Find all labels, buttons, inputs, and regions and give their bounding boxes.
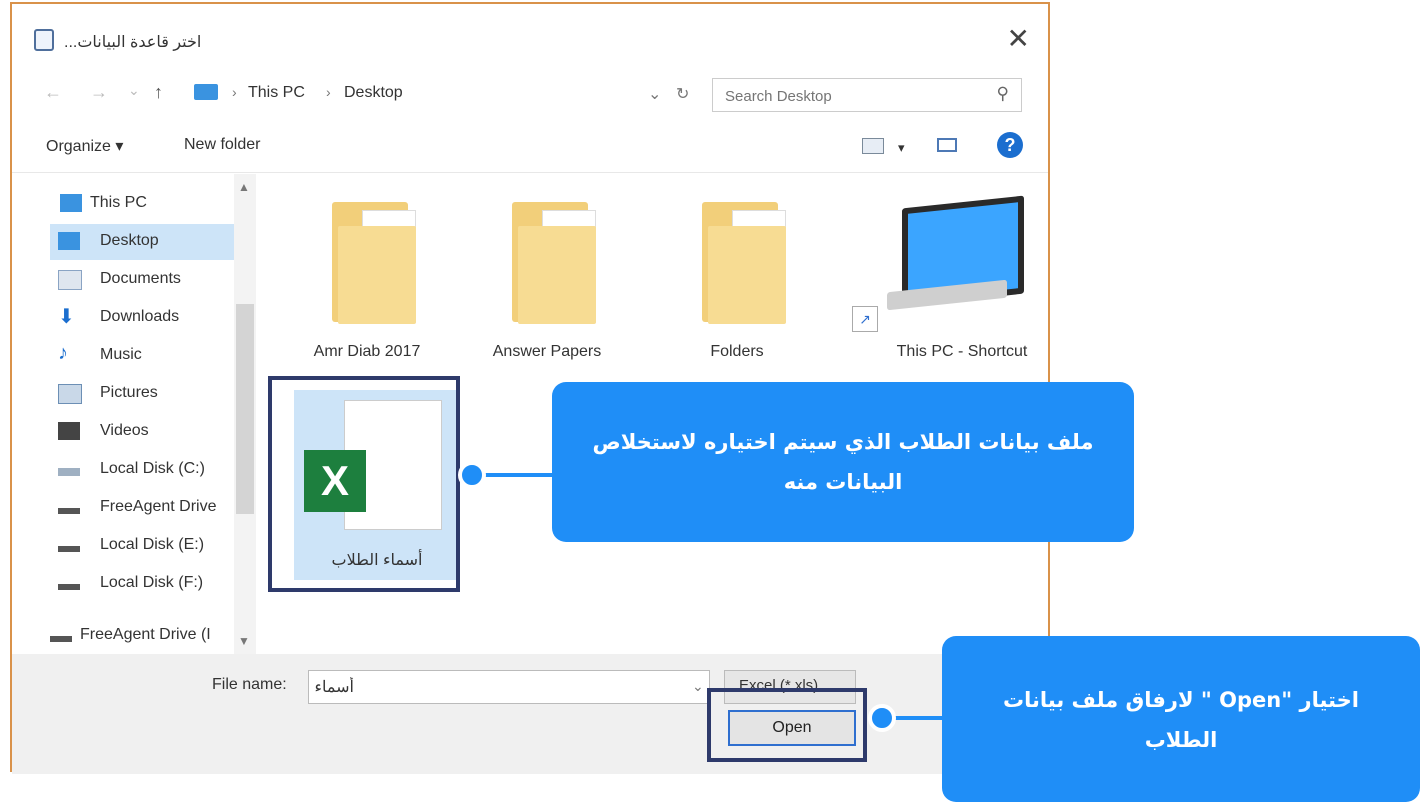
computer-icon: [60, 194, 82, 212]
shortcut-arrow-icon: ↗: [852, 306, 878, 332]
sidebar-item-label: Music: [100, 346, 142, 363]
recent-locations-icon[interactable]: ⌄: [128, 82, 140, 99]
videos-icon: [58, 422, 80, 440]
breadcrumb-desktop[interactable]: Desktop: [344, 84, 403, 102]
sidebar-item-label: This PC: [90, 194, 147, 211]
command-toolbar: Organize ▾ New folder ▾ ?: [12, 122, 1048, 173]
sidebar-item-local-disk-e[interactable]: Local Disk (E:): [50, 528, 256, 564]
back-arrow-icon[interactable]: ←: [44, 82, 62, 103]
file-name: Folders: [710, 343, 764, 360]
open-button-highlight: [707, 688, 867, 762]
scroll-down-icon[interactable]: ▼: [238, 634, 250, 648]
desktop-icon: [58, 232, 80, 250]
sidebar-item-label: Local Disk (F:): [100, 574, 204, 591]
sidebar-scrollbar[interactable]: ▲ ▼: [234, 174, 256, 654]
close-button[interactable]: ✕: [1007, 22, 1030, 55]
database-file-icon: [34, 29, 54, 51]
up-arrow-icon[interactable]: ↑: [154, 82, 163, 103]
sidebar-item-local-disk-f[interactable]: Local Disk (F:): [50, 566, 256, 602]
callout-open-note: اختيار "Open " لارفاق ملف بيانات الطلاب: [942, 636, 1420, 802]
drive-icon: [58, 468, 80, 476]
drive-icon: [58, 584, 80, 590]
search-box: ⚲: [712, 78, 1022, 113]
drive-icon: [50, 636, 72, 642]
dialog-title: اختر قاعدة البيانات...: [64, 34, 202, 51]
excel-file-highlight: [268, 376, 460, 592]
sidebar-item-label: FreeAgent Drive: [100, 498, 217, 515]
sidebar-item-this-pc[interactable]: This PC: [52, 186, 258, 222]
breadcrumb-this-pc[interactable]: This PC: [248, 84, 305, 102]
breadcrumb-separator: ›: [232, 84, 237, 100]
file-name-label: File name:: [212, 676, 287, 693]
folder-front: [338, 226, 416, 324]
address-dropdown-icon[interactable]: ⌄: [648, 84, 661, 104]
sidebar-item-music[interactable]: ♪ Music: [50, 338, 256, 374]
sidebar-item-label: Documents: [100, 270, 181, 287]
sidebar-item-local-disk-c[interactable]: Local Disk (C:): [50, 452, 256, 488]
view-dropdown-icon[interactable]: ▾: [898, 140, 905, 156]
help-icon[interactable]: ?: [997, 132, 1023, 158]
sidebar-item-label: Videos: [100, 422, 149, 439]
sidebar-item-label: FreeAgent Drive (I: [80, 626, 211, 643]
this-pc-icon: [194, 84, 218, 100]
sidebar-item-label: Pictures: [100, 384, 158, 401]
organize-menu[interactable]: Organize ▾: [46, 136, 123, 156]
music-icon: ♪: [58, 342, 68, 364]
breadcrumb-separator: ›: [326, 84, 331, 100]
pictures-icon: [58, 384, 82, 404]
search-input[interactable]: [713, 79, 987, 113]
new-folder-button[interactable]: New folder: [184, 136, 260, 154]
forward-arrow-icon[interactable]: →: [90, 82, 108, 103]
sidebar-item-freeagent-drive-i[interactable]: FreeAgent Drive (I: [42, 618, 248, 654]
sidebar-item-documents[interactable]: Documents: [50, 262, 256, 298]
scroll-thumb[interactable]: [236, 304, 254, 514]
sidebar-item-videos[interactable]: Videos: [50, 414, 256, 450]
folder-front: [708, 226, 786, 324]
callout-dot: [868, 704, 896, 732]
preview-pane-icon[interactable]: [937, 138, 957, 152]
documents-icon: [58, 270, 82, 290]
callout-file-note: ملف بيانات الطلاب الذي سيتم اختياره لاست…: [552, 382, 1134, 542]
scroll-up-icon[interactable]: ▲: [238, 180, 250, 194]
sidebar-item-label: Local Disk (E:): [100, 536, 205, 553]
sidebar-item-label: Desktop: [100, 232, 159, 249]
sidebar-item-label: Local Disk (C:): [100, 460, 205, 477]
sidebar-item-desktop[interactable]: Desktop: [50, 224, 256, 260]
sidebar-item-pictures[interactable]: Pictures: [50, 376, 256, 412]
navigation-pane: This PC Desktop Documents ⬇ Downloads ♪ …: [12, 174, 260, 654]
file-name: Amr Diab 2017: [313, 343, 421, 360]
download-icon: ⬇: [58, 306, 75, 328]
folder-front: [518, 226, 596, 324]
drive-icon: [58, 546, 80, 552]
sidebar-item-label: Downloads: [100, 308, 180, 325]
file-name: This PC - Shortcut: [896, 343, 1028, 360]
callout-dot: [458, 461, 486, 489]
file-name: Answer Papers: [492, 343, 602, 360]
view-options-icon[interactable]: [862, 138, 884, 154]
dialog-titlebar: اختر قاعدة البيانات... ✕: [12, 4, 1048, 64]
sidebar-item-freeagent-drive[interactable]: FreeAgent Drive: [50, 490, 256, 526]
sidebar-item-downloads[interactable]: ⬇ Downloads: [50, 300, 256, 336]
file-name-input[interactable]: [308, 670, 710, 704]
callout-connector: [474, 473, 554, 477]
address-path[interactable]: › This PC › Desktop: [192, 78, 712, 108]
refresh-icon[interactable]: ↻: [676, 84, 689, 104]
search-icon[interactable]: ⚲: [997, 84, 1009, 104]
drive-icon: [58, 508, 80, 514]
file-name-dropdown-icon[interactable]: ⌄: [692, 678, 704, 695]
